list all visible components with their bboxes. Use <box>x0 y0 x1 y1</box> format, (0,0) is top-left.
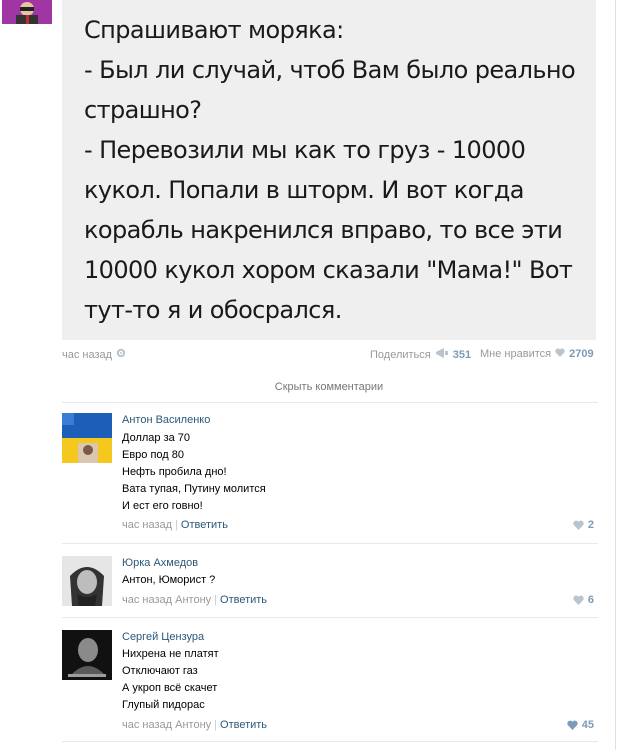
comment-like-count: 45 <box>581 719 594 731</box>
comment-line: Глупый пидорас <box>122 699 205 711</box>
comment-line: А укроп всё скачет <box>122 682 218 694</box>
hide-comments-link[interactable]: Скрыть комментарии <box>62 381 596 393</box>
post-text-line: - Перевозили мы как то груз - 10000 <box>84 136 526 164</box>
megaphone-icon <box>435 348 449 361</box>
reply-button[interactable]: Ответить <box>220 594 267 606</box>
like-button[interactable]: Мне нравится 2709 <box>480 348 594 360</box>
post-text-line: страшно? <box>84 96 202 124</box>
gear-icon[interactable] <box>116 348 126 361</box>
comment-meta: час назад Антону | Ответить <box>122 594 267 606</box>
separator: | <box>214 719 218 731</box>
heart-icon <box>573 520 584 530</box>
comment-line: Нихрена не платят <box>122 648 219 660</box>
comment-avatar[interactable] <box>62 413 112 463</box>
share-button[interactable]: Поделиться 351 <box>370 348 471 361</box>
share-label: Поделиться <box>370 348 431 361</box>
comment-line: Отключают газ <box>122 665 198 677</box>
reply-to[interactable]: Антону <box>175 719 211 731</box>
comment-meta: час назад | Ответить <box>122 519 228 531</box>
comment-author[interactable]: Юрка Ахмедов <box>122 557 198 569</box>
heart-icon <box>567 720 578 730</box>
comment-time[interactable]: час назад <box>122 719 172 731</box>
comment-text: Антон, Юморист ? <box>122 572 215 589</box>
comment-like-count: 2 <box>587 519 594 531</box>
feed-right-border <box>615 0 616 750</box>
like-label: Мне нравится <box>480 348 552 360</box>
reply-button[interactable]: Ответить <box>181 519 228 531</box>
comment-line: Антон, Юморист ? <box>122 574 216 586</box>
share-count: 351 <box>452 348 472 361</box>
post-meta: час назад <box>62 348 126 361</box>
comment-author[interactable]: Сергей Цензура <box>122 631 204 643</box>
comment-like-button[interactable]: 45 <box>567 719 594 731</box>
comment-text: Нихрена не платят Отключают газ А укроп … <box>122 646 219 714</box>
post-time[interactable]: час назад <box>62 349 112 361</box>
separator: | <box>214 594 218 606</box>
heart-icon <box>573 595 584 605</box>
comment-avatar[interactable] <box>62 630 112 680</box>
comment-like-button[interactable]: 2 <box>573 519 594 531</box>
divider <box>62 543 598 544</box>
comment-time[interactable]: час назад <box>122 594 172 606</box>
divider <box>62 741 598 742</box>
comment-line: Доллар за 70 <box>122 432 191 444</box>
post-text-line: 10000 кукол хором сказали "Мама!" Вот <box>84 256 573 284</box>
reply-button[interactable]: Ответить <box>220 719 267 731</box>
post-text-line: - Был ли случай, чтоб Вам было реально <box>84 56 576 84</box>
comment-time[interactable]: час назад <box>122 519 172 531</box>
comment-like-button[interactable]: 6 <box>573 594 594 606</box>
comment-text: Доллар за 70 Евро под 80 Нефть пробила д… <box>122 430 266 515</box>
divider <box>62 617 598 618</box>
comment-line: Вата тупая, Путину молится <box>122 483 266 495</box>
comment-meta: час назад Антону | Ответить <box>122 719 267 731</box>
comment-line: И ест его говно! <box>122 500 203 512</box>
divider <box>62 402 598 403</box>
post-text-line: тут-то я и обосрался. <box>84 296 342 324</box>
post-text-line: Спрашивают моряка: <box>84 16 344 44</box>
comment-avatar[interactable] <box>62 556 112 606</box>
heart-icon <box>555 348 565 360</box>
like-count: 2709 <box>569 348 594 360</box>
separator: | <box>175 519 178 531</box>
comment-line: Евро под 80 <box>122 449 185 461</box>
author-avatar[interactable] <box>2 0 52 24</box>
post-text-line: корабль накренился вправо, то все эти <box>84 216 563 244</box>
comment-author[interactable]: Антон Василенко <box>122 414 210 426</box>
reply-to[interactable]: Антону <box>175 594 211 606</box>
post-text-line: кукол. Попали в шторм. И вот когда <box>84 176 524 204</box>
comment-line: Нефть пробила дно! <box>122 466 227 478</box>
comment-like-count: 6 <box>587 594 594 606</box>
post-image: Спрашивают моряка: - Был ли случай, чтоб… <box>62 0 596 340</box>
